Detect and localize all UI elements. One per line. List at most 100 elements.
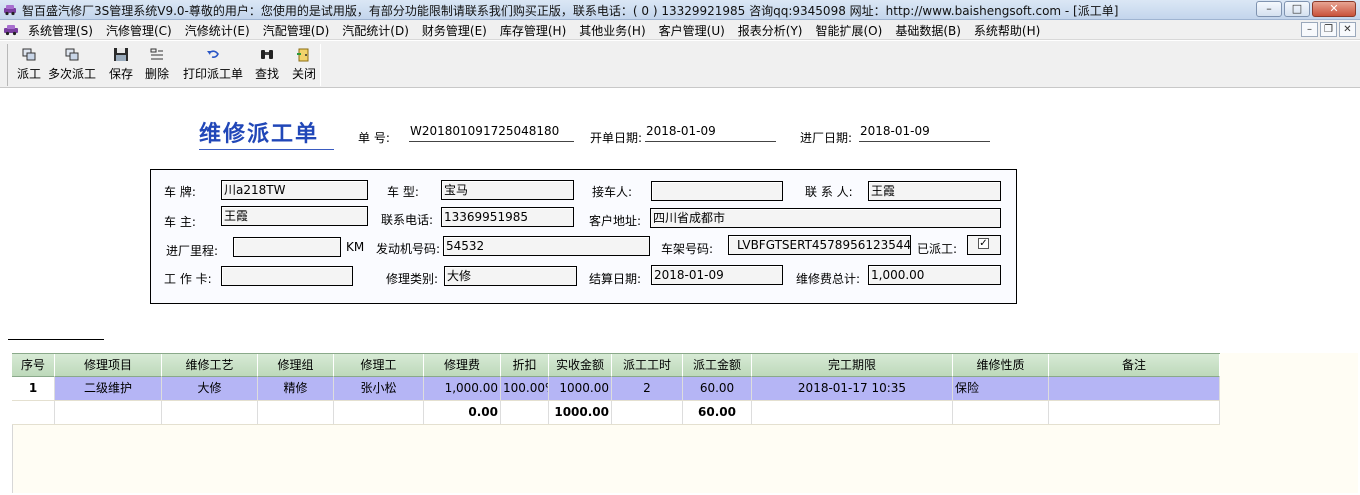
open-date-field[interactable]: 2018-01-09: [645, 124, 776, 142]
vehicle-info-box: 车 牌: 川a218TW 车 型: 宝马 接车人: 联 系 人: 王霞 车 主:…: [150, 169, 1017, 304]
col-header-nature[interactable]: 维修性质: [953, 354, 1049, 377]
maximize-button[interactable]: □: [1284, 1, 1310, 17]
order-no-field[interactable]: W201801091725048180: [409, 124, 574, 142]
menu-repair[interactable]: 汽修管理(C): [106, 22, 179, 39]
entry-date-field[interactable]: 2018-01-09: [859, 124, 990, 142]
plate-label: 车 牌:: [164, 185, 196, 199]
page-title: 维修派工单: [199, 116, 334, 150]
menu-other[interactable]: 其他业务(H): [579, 22, 652, 39]
dispatch-button[interactable]: 派工: [14, 45, 44, 85]
col-header-process[interactable]: 维修工艺: [162, 354, 258, 377]
cell-amount[interactable]: 60.00: [683, 377, 752, 400]
col-header-index[interactable]: 序号: [12, 354, 55, 377]
mileage-input[interactable]: [233, 237, 341, 257]
settle-date-input[interactable]: 2018-01-09: [651, 265, 783, 285]
col-header-hours[interactable]: 派工工时: [612, 354, 683, 377]
total-amount-sum: 60.00: [683, 401, 752, 424]
mdi-minimize-button[interactable]: –: [1301, 22, 1318, 37]
vin-input[interactable]: LVBFGTSERT4578956123544: [728, 235, 911, 255]
window-title: 智百盛汽修厂3S管理系统V9.0-尊敬的用户：您使用的是试用版，有部分功能限制请…: [22, 4, 1119, 18]
dispatched-checkbox[interactable]: ✓: [967, 235, 1001, 255]
people-icon: [22, 48, 36, 61]
menu-parts[interactable]: 汽配管理(D): [263, 22, 337, 39]
address-label: 客户地址:: [589, 214, 642, 228]
delete-button[interactable]: 删除: [143, 45, 171, 85]
mileage-unit: KM: [346, 240, 365, 254]
dispatched-label: 已派工:: [917, 242, 958, 256]
cell-received[interactable]: 1000.00: [549, 377, 612, 400]
total-cell: [12, 401, 55, 424]
cell-hours[interactable]: 2: [612, 377, 683, 400]
open-date-label: 开单日期:: [590, 131, 643, 145]
total-cell: [953, 401, 1049, 424]
mdi-close-button[interactable]: ✕: [1339, 22, 1356, 37]
cell-fee[interactable]: 1,000.00: [424, 377, 501, 400]
table-row[interactable]: 1 二级维护 大修 精修 张小松 1,000.00 100.00% 1000.0…: [12, 377, 1220, 401]
save-button[interactable]: 保存: [107, 45, 135, 85]
col-header-note[interactable]: 备注: [1049, 354, 1220, 377]
menu-bar: 系统管理(S) 汽修管理(C) 汽修统计(E) 汽配管理(D) 汽配统计(D) …: [0, 20, 1360, 40]
close-form-button[interactable]: 关闭: [290, 45, 318, 85]
menu-help[interactable]: 系统帮助(H): [974, 22, 1047, 39]
cell-item[interactable]: 二级维护: [55, 377, 162, 400]
menu-customer[interactable]: 客户管理(U): [659, 22, 732, 39]
cell-mechanic[interactable]: 张小松: [334, 377, 424, 400]
divider: [8, 339, 104, 340]
col-header-item[interactable]: 修理项目: [55, 354, 162, 377]
cell-deadline[interactable]: 2018-01-17 10:35: [752, 377, 953, 400]
total-cell: [1049, 401, 1220, 424]
owner-input[interactable]: 王霞: [221, 206, 368, 226]
menu-smart[interactable]: 智能扩展(O): [816, 22, 890, 39]
total-cell: [752, 401, 953, 424]
find-button[interactable]: 查找: [253, 45, 281, 85]
workcard-input[interactable]: [221, 266, 353, 286]
menu-finance[interactable]: 财务管理(E): [422, 22, 494, 39]
total-cell: [334, 401, 424, 424]
menu-repair-stats[interactable]: 汽修统计(E): [185, 22, 257, 39]
col-header-group[interactable]: 修理组: [258, 354, 334, 377]
total-cell: [258, 401, 334, 424]
minimize-button[interactable]: –: [1256, 1, 1282, 17]
settle-date-label: 结算日期:: [589, 272, 642, 286]
menu-basic-data[interactable]: 基础数据(B): [895, 22, 968, 39]
plate-input[interactable]: 川a218TW: [221, 180, 368, 200]
repair-type-input[interactable]: 大修: [444, 266, 577, 286]
cell-process[interactable]: 大修: [162, 377, 258, 400]
col-header-discount[interactable]: 折扣: [501, 354, 549, 377]
car-icon: [4, 25, 18, 36]
phone-input[interactable]: 13369951985: [441, 207, 574, 227]
total-fee-input[interactable]: 1,000.00: [868, 265, 1001, 285]
total-fee-sum: 0.00: [424, 401, 501, 424]
col-header-amount[interactable]: 派工金额: [683, 354, 752, 377]
col-header-mechanic[interactable]: 修理工: [334, 354, 424, 377]
mdi-restore-button[interactable]: ❐: [1320, 22, 1337, 37]
col-header-deadline[interactable]: 完工期限: [752, 354, 953, 377]
cell-nature[interactable]: 保险: [953, 377, 1049, 400]
print-dispatch-button[interactable]: 打印派工单: [181, 45, 245, 85]
total-received-sum: 1000.00: [549, 401, 612, 424]
cell-group[interactable]: 精修: [258, 377, 334, 400]
col-header-fee[interactable]: 修理费: [424, 354, 501, 377]
cell-index[interactable]: 1: [12, 377, 55, 400]
contact-input[interactable]: 王霞: [868, 181, 1001, 201]
total-fee-label: 维修费总计:: [796, 272, 861, 286]
model-input[interactable]: 宝马: [441, 180, 574, 200]
menu-system[interactable]: 系统管理(S): [28, 22, 100, 39]
multi-dispatch-button[interactable]: 多次派工: [46, 45, 98, 85]
cell-note[interactable]: [1049, 377, 1220, 400]
menu-parts-stats[interactable]: 汽配统计(D): [342, 22, 416, 39]
menu-inventory[interactable]: 库存管理(H): [500, 22, 573, 39]
col-header-received[interactable]: 实收金额: [549, 354, 612, 377]
cell-discount[interactable]: 100.00%: [501, 377, 549, 400]
menu-reports[interactable]: 报表分析(Y): [738, 22, 810, 39]
address-input[interactable]: 四川省成都市: [650, 208, 1001, 228]
total-cell: [55, 401, 162, 424]
receiver-input[interactable]: [651, 181, 783, 201]
workcard-label: 工 作 卡:: [164, 272, 212, 286]
close-button[interactable]: ✕: [1312, 1, 1356, 17]
owner-label: 车 主:: [164, 215, 196, 229]
binoculars-icon: [261, 50, 273, 59]
check-icon: ✓: [978, 238, 989, 249]
repair-items-grid[interactable]: 序号 修理项目 维修工艺 修理组 修理工 修理费 折扣 实收金额 派工工时 派工…: [12, 353, 1220, 425]
engine-input[interactable]: 54532: [443, 236, 650, 256]
